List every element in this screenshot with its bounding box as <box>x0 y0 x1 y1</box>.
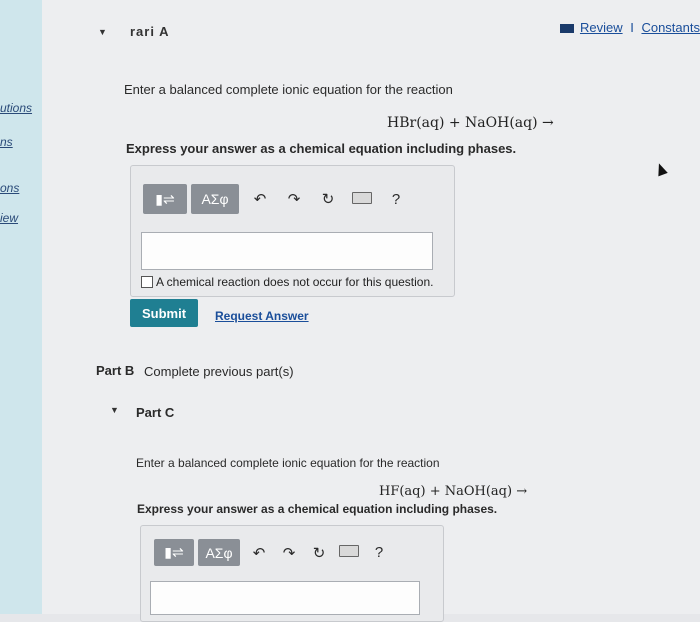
part-c-templates-icon: ▮⇌ <box>164 544 184 560</box>
header-separator: I <box>630 20 634 35</box>
book-icon <box>559 24 574 34</box>
review-link[interactable]: Review <box>580 20 623 35</box>
mouse-cursor-icon <box>654 161 668 177</box>
part-c-collapse-icon[interactable]: ▼ <box>110 405 119 415</box>
part-c-prompt: Enter a balanced complete ionic equation… <box>136 456 440 470</box>
part-c-answer-input[interactable] <box>150 581 420 615</box>
part-c-help-icon[interactable]: ? <box>364 544 394 561</box>
part-c-label[interactable]: Part C <box>136 405 174 420</box>
part-a-instruction: Express your answer as a chemical equati… <box>126 141 517 156</box>
part-c-greek-symbols-button[interactable]: ΑΣφ <box>198 539 240 566</box>
part-c-instruction: Express your answer as a chemical equati… <box>137 502 498 516</box>
part-a-title: rari A <box>130 24 170 39</box>
sidebar-item-solutions[interactable]: utions <box>0 101 32 115</box>
part-c-redo-icon[interactable]: ↷ <box>274 544 304 562</box>
reset-icon[interactable]: ↻ <box>311 190 345 208</box>
no-reaction-label: A chemical reaction does not occur for t… <box>156 275 434 289</box>
templates-icon: ▮⇌ <box>155 190 175 207</box>
part-a-toolbar: ▮⇌ ΑΣφ ↶ ↷ ↻ ? <box>143 184 413 214</box>
sidebar-item-2[interactable]: ns <box>0 135 13 149</box>
part-b-label: Part B <box>96 363 135 378</box>
keyboard-icon[interactable] <box>345 191 379 208</box>
header-links: Review I Constants <box>559 20 700 35</box>
templates-button[interactable]: ▮⇌ <box>143 184 187 214</box>
part-c-keyboard-icon[interactable] <box>334 544 364 561</box>
part-b-status: Complete previous part(s) <box>144 364 294 379</box>
part-c-templates-button[interactable]: ▮⇌ <box>154 539 194 566</box>
greek-symbols-button[interactable]: ΑΣφ <box>191 184 239 214</box>
part-a-prompt: Enter a balanced complete ionic equation… <box>124 82 453 97</box>
constants-link[interactable]: Constants <box>641 20 700 35</box>
sidebar-item-review[interactable]: iew <box>0 211 18 225</box>
part-a-collapse-icon[interactable]: ▼ <box>98 27 107 37</box>
left-sidebar: utions ns ons iew <box>0 0 43 614</box>
part-c-undo-icon[interactable]: ↶ <box>244 544 274 562</box>
no-reaction-option[interactable]: A chemical reaction does not occur for t… <box>141 275 433 289</box>
request-answer-link[interactable]: Request Answer <box>215 309 309 323</box>
submit-button[interactable]: Submit <box>130 299 198 327</box>
part-c-reaction: HF(aq) + NaOH(aq) → <box>379 484 528 499</box>
sidebar-item-3[interactable]: ons <box>0 181 19 195</box>
part-a-reaction: HBr(aq) + NaOH(aq) → <box>387 115 554 131</box>
part-c-toolbar: ▮⇌ ΑΣφ ↶ ↷ ↻ ? <box>154 539 394 566</box>
help-icon[interactable]: ? <box>379 191 413 208</box>
header-bar: ▼ rari A Review I Constants <box>42 0 700 62</box>
no-reaction-checkbox[interactable] <box>141 276 153 288</box>
redo-icon[interactable]: ↷ <box>277 190 311 208</box>
undo-icon[interactable]: ↶ <box>243 190 277 208</box>
part-c-reset-icon[interactable]: ↻ <box>304 544 334 562</box>
part-a-answer-input[interactable] <box>141 232 433 270</box>
main-content: ▼ rari A Review I Constants Enter a bala… <box>42 0 700 622</box>
